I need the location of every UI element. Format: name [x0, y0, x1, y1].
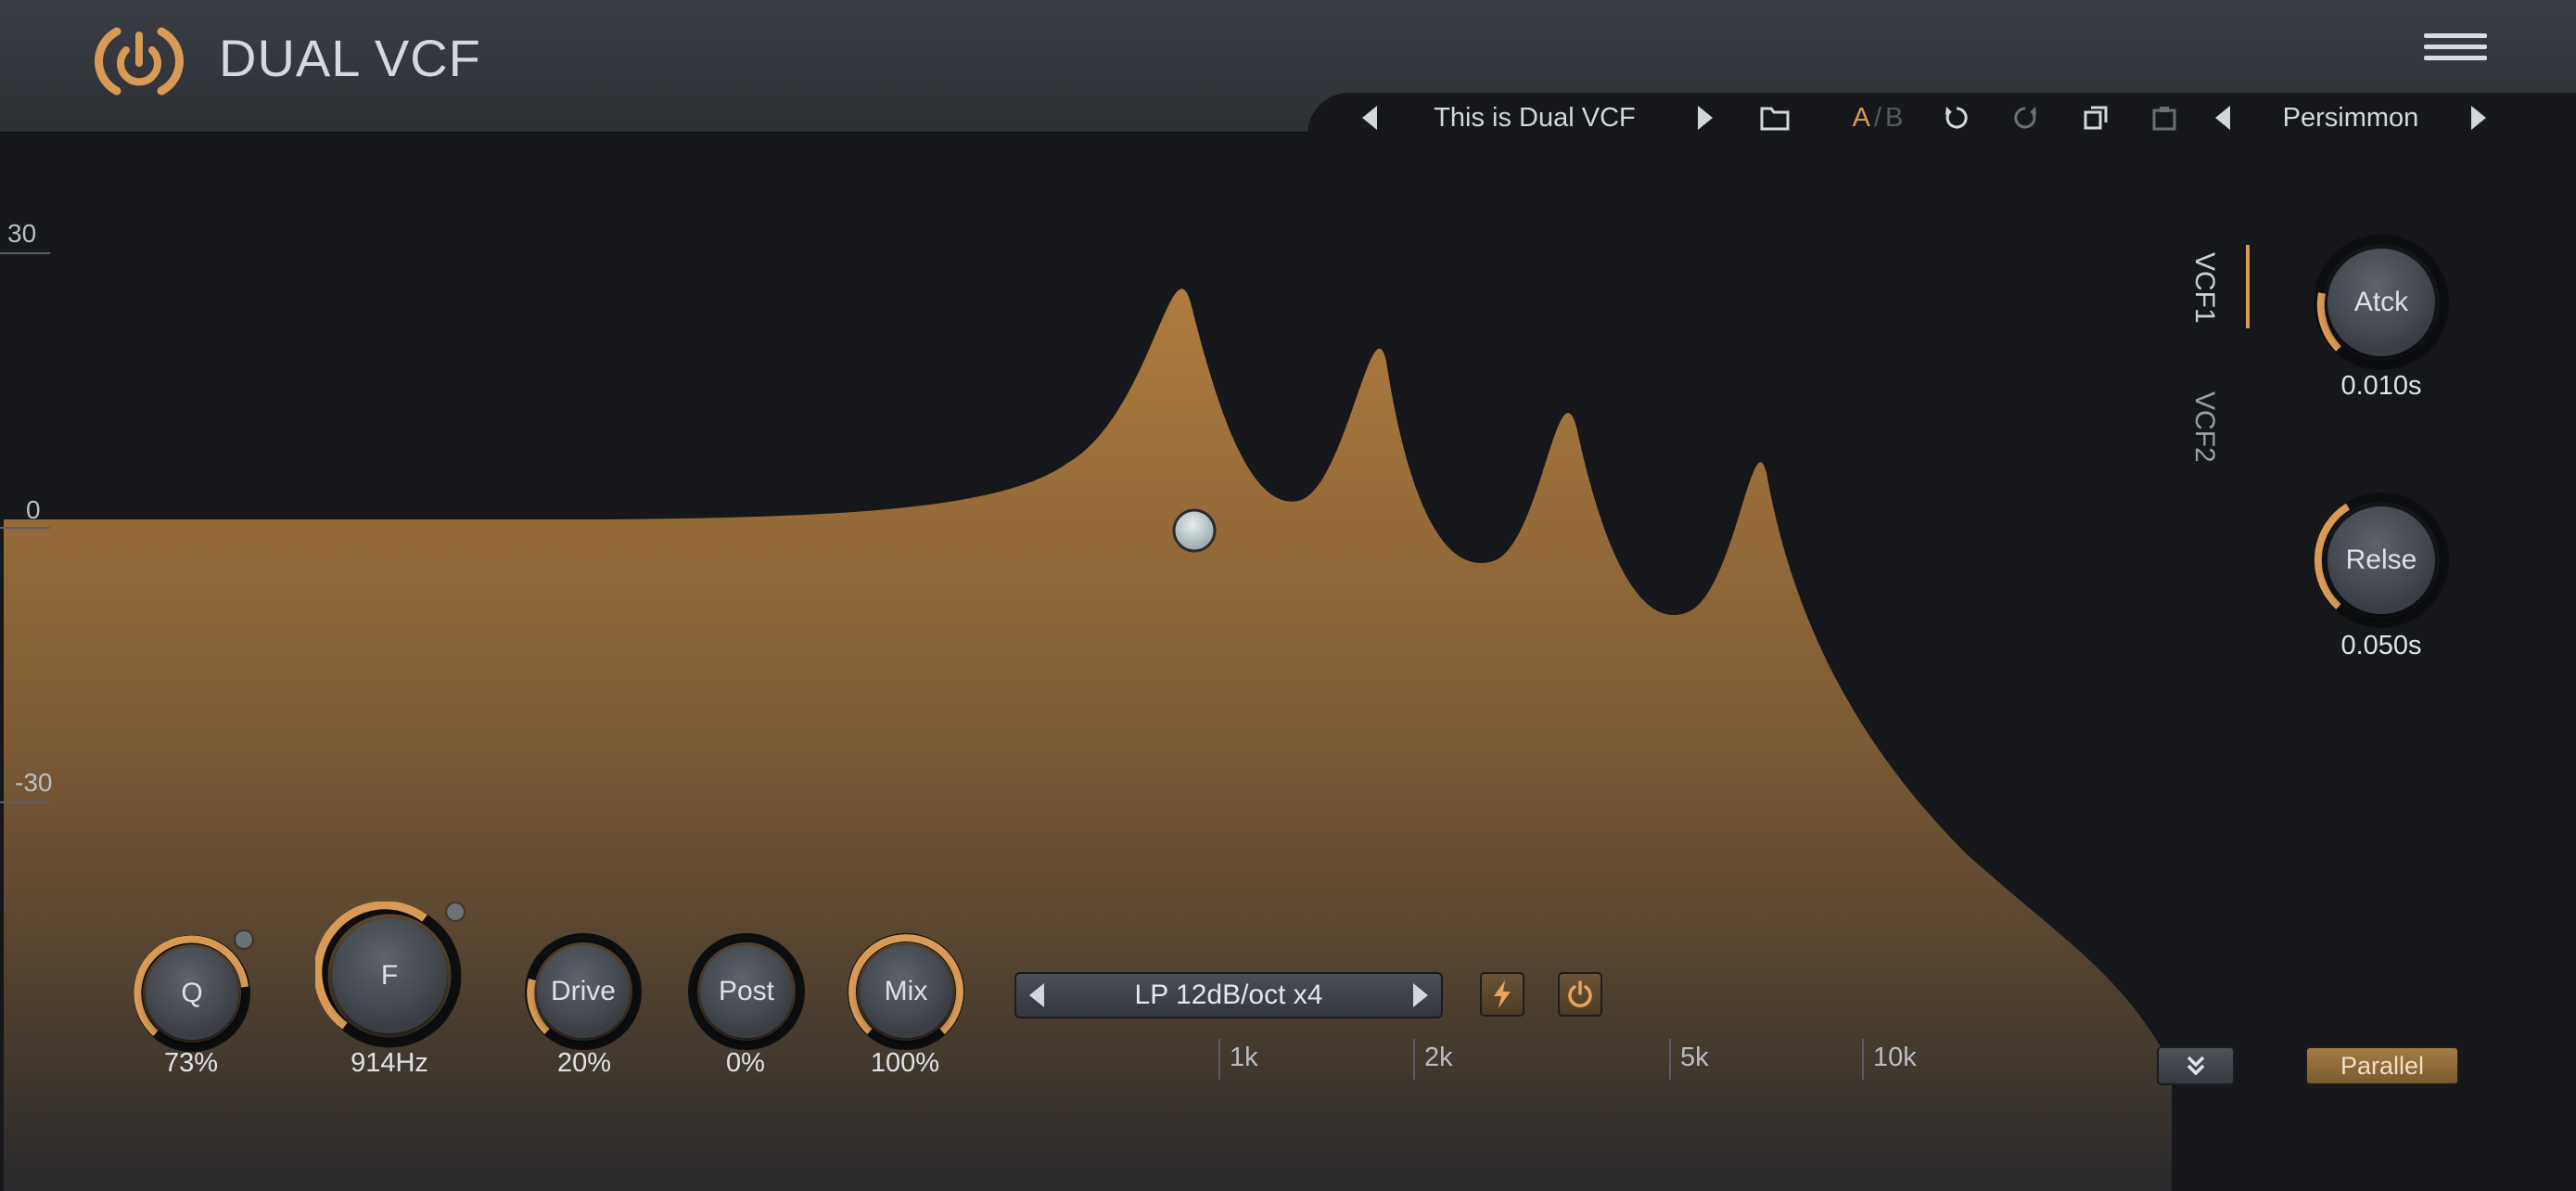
freq-tick: [1862, 1039, 1864, 1080]
mix-knob[interactable]: Mix: [846, 931, 966, 1052]
db-label-30: 30: [7, 219, 37, 248]
ab-compare[interactable]: A / B: [1836, 96, 1919, 139]
frequency-knob[interactable]: F: [315, 902, 464, 1050]
q-value: 73%: [163, 1048, 219, 1078]
freq-label-5k: 5k: [1680, 1043, 1709, 1072]
preset-b-label[interactable]: B: [1885, 103, 1903, 134]
attack-knob[interactable]: Atck: [2311, 232, 2452, 373]
q-knob-label: Q: [146, 947, 238, 1040]
undo-icon[interactable]: [1938, 96, 1975, 139]
freq-tick: [1413, 1039, 1415, 1080]
mix-knob-label: Mix: [860, 945, 952, 1038]
app-title: DUAL VCF: [219, 29, 481, 87]
tab-vcf2[interactable]: VCF2: [2188, 391, 2220, 463]
db-label-minus-30: -30: [15, 768, 53, 797]
db-tick: [0, 527, 50, 529]
post-knob[interactable]: Post: [686, 931, 807, 1052]
tab-vcf1-active-indicator: [2246, 245, 2250, 328]
db-tick: [0, 252, 50, 254]
attack-knob-label: Atck: [2327, 249, 2435, 356]
q-mod-dot[interactable]: [236, 931, 252, 948]
routing-parallel-button[interactable]: Parallel: [2305, 1046, 2459, 1085]
preset-next-button[interactable]: [1691, 96, 1719, 139]
preset-prev-button[interactable]: [1356, 96, 1384, 139]
copy-icon[interactable]: [2077, 96, 2114, 139]
db-tick: [0, 801, 50, 803]
freq-label-10k: 10k: [1873, 1043, 1917, 1072]
redo-icon[interactable]: [2007, 96, 2044, 139]
filter-type-selector[interactable]: LP 12dB/oct x4: [1014, 972, 1443, 1018]
drive-knob[interactable]: Drive: [523, 931, 644, 1052]
folder-icon[interactable]: [1756, 96, 1793, 139]
attack-value: 0.010s: [2340, 371, 2422, 401]
ab-separator: /: [1873, 102, 1882, 133]
db-label-0: 0: [26, 495, 41, 524]
theme-next-button[interactable]: [2465, 96, 2493, 139]
drive-value: 20%: [556, 1048, 612, 1078]
preset-a-label[interactable]: A: [1853, 103, 1870, 134]
freq-label-1k: 1k: [1230, 1043, 1258, 1072]
tab-vcf1[interactable]: VCF1: [2188, 252, 2220, 324]
release-value: 0.050s: [2340, 631, 2422, 660]
theme-prev-button[interactable]: [2209, 96, 2237, 139]
filter-type-label: LP 12dB/oct x4: [1134, 980, 1323, 1010]
filter-type-next-button[interactable]: [1413, 983, 1428, 1007]
release-knob-label: Relse: [2327, 506, 2435, 614]
post-knob-label: Post: [700, 945, 793, 1038]
paste-icon[interactable]: [2146, 96, 2183, 139]
frequency-mod-dot[interactable]: [447, 903, 464, 920]
double-chevron-down-icon[interactable]: [2157, 1046, 2235, 1085]
freq-tick: [1669, 1039, 1671, 1080]
mix-value: 100%: [870, 1048, 940, 1078]
freq-label-2k: 2k: [1424, 1043, 1453, 1072]
drive-knob-label: Drive: [537, 945, 630, 1038]
frequency-value: 914Hz: [351, 1048, 428, 1078]
power-icon[interactable]: [1558, 972, 1602, 1017]
freq-tick: [1218, 1039, 1220, 1080]
filter-handle[interactable]: [1172, 508, 1217, 553]
post-value: 0%: [726, 1048, 765, 1078]
release-knob[interactable]: Relse: [2311, 490, 2452, 631]
q-knob[interactable]: Q: [132, 933, 252, 1054]
preset-name[interactable]: This is Dual VCF: [1391, 96, 1678, 139]
power-logo-icon: [95, 27, 184, 96]
theme-name[interactable]: Persimmon: [2244, 96, 2457, 139]
lightning-icon[interactable]: [1480, 972, 1524, 1017]
frequency-knob-label: F: [332, 918, 447, 1033]
filter-type-prev-button[interactable]: [1029, 983, 1044, 1007]
hamburger-menu-icon[interactable]: [2424, 33, 2487, 67]
